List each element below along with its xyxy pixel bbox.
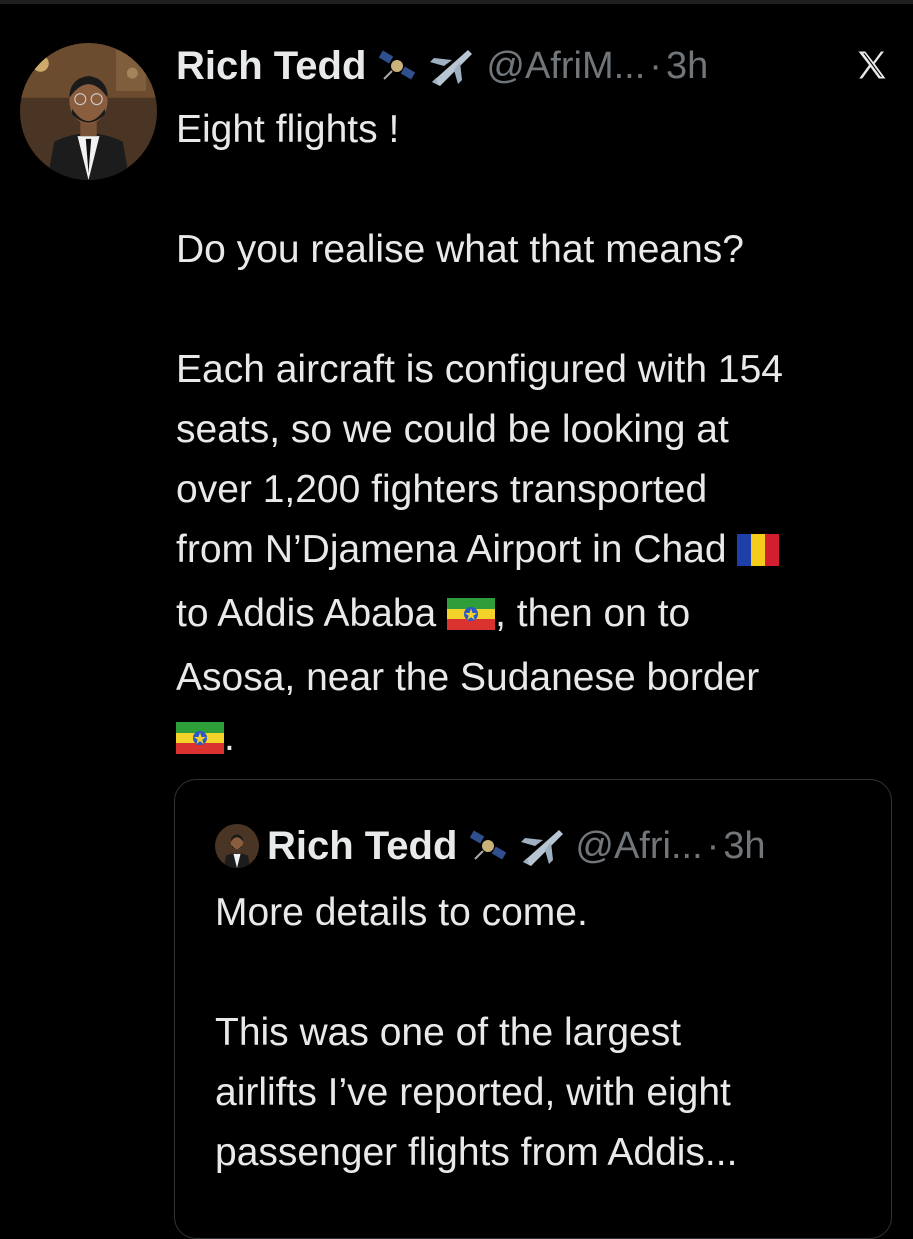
quoted-line: passenger flights from Addis... bbox=[215, 1131, 738, 1174]
addis-line-text-b: , then on to bbox=[495, 592, 691, 635]
tweet-line: Eight flights ! bbox=[176, 108, 400, 151]
quoted-tweet[interactable]: Rich Tedd @Afri... · 3h More details to … bbox=[174, 779, 892, 1239]
quoted-line: More details to come. bbox=[215, 891, 588, 934]
separator-dot: · bbox=[706, 824, 720, 867]
ethiopia-flag-icon bbox=[447, 588, 496, 648]
x-logo-icon[interactable] bbox=[852, 40, 892, 90]
tweet-line-addis: to Addis Ababa , then on to bbox=[176, 584, 896, 648]
tweet-line: Do you realise what that means? bbox=[176, 228, 744, 271]
author-name[interactable]: Rich Tedd bbox=[176, 44, 366, 89]
top-divider bbox=[0, 0, 913, 4]
quoted-tweet-text: More details to come. This was one of th… bbox=[215, 883, 875, 1183]
quoted-line: This was one of the largest bbox=[215, 1011, 682, 1054]
satellite-emoji-icon bbox=[469, 829, 509, 863]
satellite-emoji-icon bbox=[378, 49, 418, 83]
airplane-emoji-icon bbox=[519, 826, 565, 866]
end-period: . bbox=[224, 716, 235, 759]
timestamp[interactable]: 3h bbox=[666, 45, 708, 88]
tweet-line: Asosa, near the Sudanese border bbox=[176, 656, 760, 699]
tweet-text: Eight flights ! Do you realise what that… bbox=[176, 100, 896, 772]
ethiopia-flag-icon bbox=[176, 712, 224, 772]
chad-line-text: from N’Djamena Airport in Chad bbox=[176, 528, 727, 571]
airplane-emoji-icon bbox=[428, 46, 474, 86]
quoted-author-handle[interactable]: @Afri... bbox=[575, 825, 702, 868]
separator-dot: · bbox=[649, 44, 662, 87]
quoted-author-name[interactable]: Rich Tedd bbox=[267, 824, 457, 869]
quoted-tweet-header: Rich Tedd @Afri... · 3h bbox=[215, 818, 766, 874]
chad-flag-icon bbox=[737, 524, 780, 584]
tweet-line-chad: from N’Djamena Airport in Chad bbox=[176, 520, 896, 584]
tweet-line: seats, so we could be looking at bbox=[176, 408, 729, 451]
quoted-line: airlifts I’ve reported, with eight bbox=[215, 1071, 731, 1114]
avatar[interactable] bbox=[20, 43, 157, 180]
tweet-line: over 1,200 fighters transported bbox=[176, 468, 708, 511]
author-handle[interactable]: @AfriM... bbox=[486, 45, 645, 88]
quoted-avatar[interactable] bbox=[215, 824, 259, 868]
tweet-line: Each aircraft is configured with 154 bbox=[176, 348, 783, 391]
quoted-timestamp[interactable]: 3h bbox=[723, 825, 765, 868]
tweet-header: Rich Tedd @AfriM... · 3h bbox=[176, 38, 708, 94]
tweet-line-end: . bbox=[176, 708, 896, 772]
addis-line-text-a: to Addis Ababa bbox=[176, 592, 437, 635]
